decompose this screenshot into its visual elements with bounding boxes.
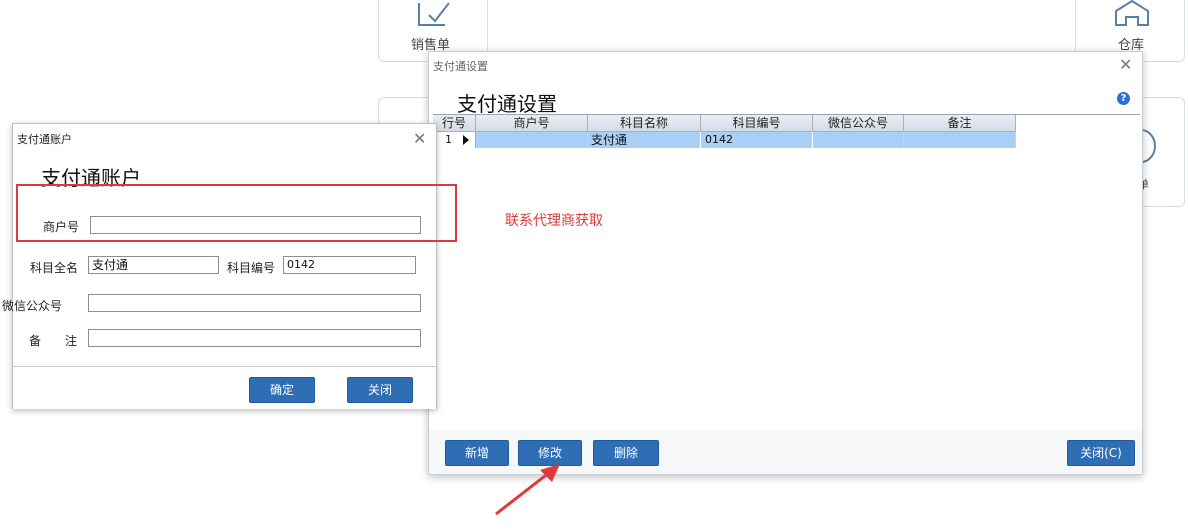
row-number-cell: 1 [433,132,476,148]
arrow-annotation-icon [495,464,560,516]
note-label: 备 注 [29,334,84,348]
payment-account-dialog: 支付通账户 ✕ 支付通账户 商户号 科目全名 支付通 科目编号 0142 微信公… [2,123,437,409]
window-title: 支付通账户 [17,133,72,146]
note-cell [904,132,1016,148]
edit-doc-icon [418,2,450,26]
dialog-heading: 支付通设置 [457,92,557,116]
column-header-row-no[interactable]: 行号 [433,115,476,132]
highlight-box [16,184,457,242]
delete-button[interactable]: 删除 [593,440,659,466]
close-button[interactable]: 关闭(C) [1067,440,1135,466]
account-code-label: 科目编号 [227,261,276,275]
account-name-cell: 支付通 [588,132,700,148]
table-row[interactable]: 1 支付通 0142 [433,132,1016,148]
account-fullname-label: 科目全名 [30,261,79,275]
column-header-merchant-no[interactable]: 商户号 [476,115,588,132]
wechat-input[interactable] [88,294,421,312]
warehouse-icon [1115,0,1149,26]
account-fullname-input[interactable]: 支付通 [88,256,219,274]
left-dialog-footer: 确定 关闭 [13,366,436,409]
column-header-account-code[interactable]: 科目编号 [701,115,813,132]
payment-settings-dialog: 支付通设置 ✕ 支付通设置 ? 行号 商户号 科目名称 科目编号 微信公众号 备… [428,51,1143,475]
note-input[interactable] [88,329,421,347]
close-icon[interactable]: ✕ [413,131,426,147]
window-title: 支付通设置 [433,60,488,73]
annotation-note: 联系代理商获取 [505,213,603,229]
row-pointer-icon [463,135,469,145]
merchant-no-cell [476,132,588,148]
help-icon[interactable]: ? [1117,92,1130,105]
column-header-note[interactable]: 备注 [904,115,1016,132]
account-code-input[interactable]: 0142 [283,256,416,274]
close-icon[interactable]: ✕ [1119,57,1132,73]
column-header-account-name[interactable]: 科目名称 [588,115,701,132]
close-button[interactable]: 关闭 [347,377,413,403]
wechat-label: 微信公众号 [2,299,63,313]
account-code-cell: 0142 [701,132,812,148]
column-header-wechat[interactable]: 微信公众号 [813,115,904,132]
accounts-grid: 行号 商户号 科目名称 科目编号 微信公众号 备注 1 支付通 0142 [433,114,1140,432]
confirm-button[interactable]: 确定 [249,377,315,403]
wechat-cell [813,132,904,148]
